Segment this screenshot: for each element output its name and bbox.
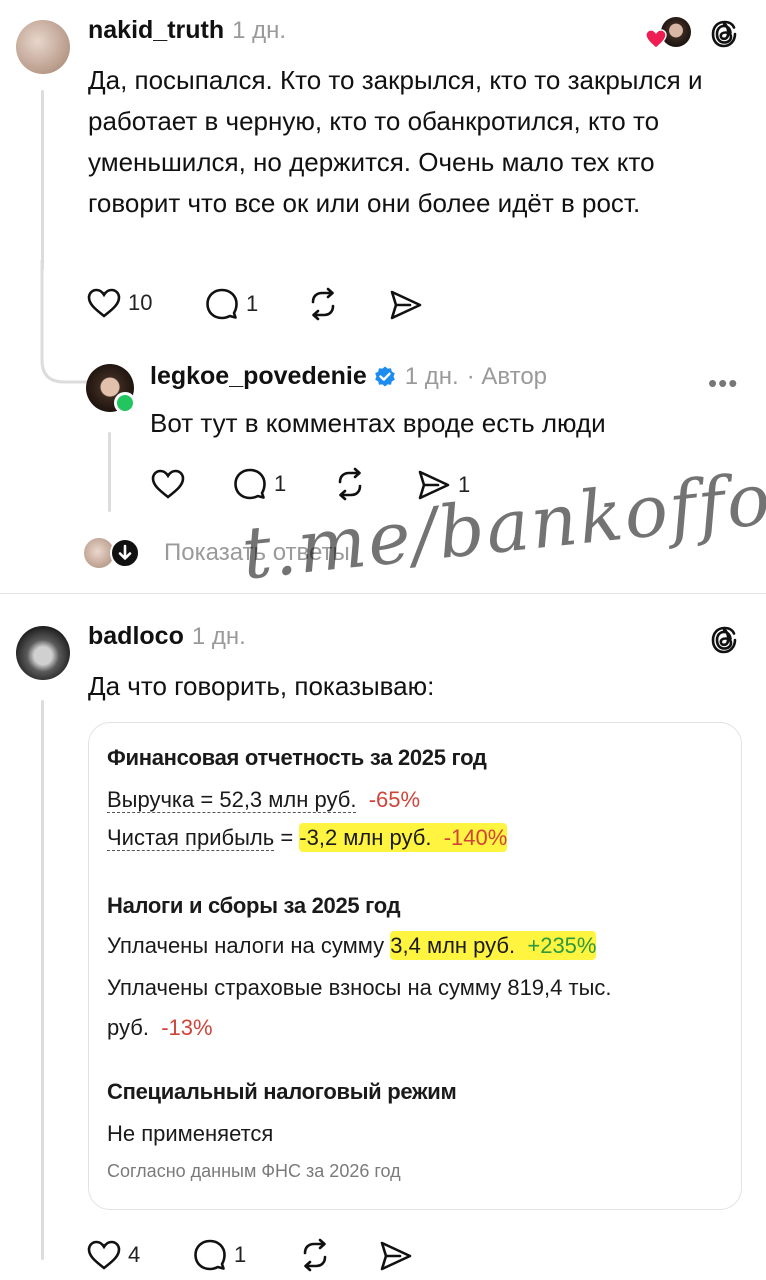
repost-icon[interactable] [305,287,341,321]
like-button[interactable]: 10 [86,287,152,319]
repost-icon[interactable] [297,1238,333,1272]
reply-button[interactable]: 1 [204,287,258,321]
reply-count: 1 [246,291,259,316]
section-title: Налоги и сборы за 2025 год [107,893,401,918]
insurance-change: -13% [161,1015,213,1040]
section-title: Финансовая отчетность за 2025 год [107,745,487,770]
comment-icon [234,468,266,500]
online-status-badge [114,392,136,414]
arrow-down-icon [110,538,140,568]
insurance-row-cont: руб. -13% [107,1015,213,1041]
author-label: · Автор [466,362,548,390]
threads-icon[interactable] [708,18,740,50]
reply-button[interactable]: 1 [192,1238,246,1272]
revenue-label: Выручка = 52,3 млн руб. [107,787,357,813]
profit-label: Чистая прибыль [107,825,275,851]
share-icon[interactable] [378,1240,414,1272]
comment-header: badloco 1 дн. [88,622,246,651]
thread-line [41,90,44,270]
heart-filled-icon [645,29,667,49]
comment-text: Да что говорить, показываю: [88,671,435,701]
timestamp: 1 дн. [232,17,287,44]
username[interactable]: badloco [88,622,184,650]
like-count: 4 [128,1242,141,1267]
thread-line [41,700,44,1260]
thread-connector [40,260,88,384]
profit-row: Чистая прибыль = -3,2 млн руб. -140% [107,823,508,852]
avatar[interactable] [16,626,70,680]
taxes-label: Уплачены налоги на сумму [107,933,391,958]
repost-icon[interactable] [332,467,368,501]
watermark: t.me/bankoffo [238,456,766,596]
comment-icon [206,288,238,320]
share-icon[interactable] [388,289,424,321]
liked-by-author-indicator [645,17,693,51]
reply-text: Вот тут в комментах вроде есть люди [150,408,606,438]
insurance-row: Уплачены страховые взносы на сумму 819,4… [107,975,612,1000]
username[interactable]: legkoe_povedenie [150,362,367,391]
taxes-change: +235% [527,933,597,958]
reply-count: 1 [234,1242,247,1267]
comment-icon [194,1239,226,1271]
revenue-change: -65% [368,787,421,812]
like-button[interactable]: 4 [86,1239,140,1271]
comment-text: Да, посыпался. Кто то закрылся, кто то з… [88,65,703,218]
divider [0,593,766,594]
verified-badge-icon [374,366,395,386]
thread-line [108,432,111,512]
username[interactable]: nakid_truth [88,16,224,44]
more-options-icon[interactable]: ••• [708,368,738,399]
attached-image-card[interactable]: Финансовая отчетность за 2025 год Выручк… [88,722,742,1210]
heart-icon [87,288,121,318]
timestamp: 1 дн. [404,362,459,390]
regime-value: Не применяется [107,1121,274,1146]
profit-equals: = [274,825,300,850]
reply-count: 1 [274,471,287,496]
timestamp: 1 дн. [191,623,246,650]
heart-icon[interactable] [150,468,186,500]
comment-header: nakid_truth 1 дн. [88,16,286,45]
threads-icon[interactable] [708,624,740,656]
taxes-row: Уплачены налоги на сумму 3,4 млн руб. +2… [107,931,597,960]
like-count: 10 [128,290,153,315]
section-title: Специальный налоговый режим [107,1079,457,1104]
profit-change: -140% [443,825,508,850]
taxes-value: 3,4 млн руб. [390,933,516,958]
profit-value: -3,2 млн руб. [299,825,432,850]
insurance-unit: руб. [107,1015,149,1040]
source-note: Согласно данным ФНС за 2026 год [107,1161,401,1181]
avatar[interactable] [16,20,70,74]
reply-header: legkoe_povedenie 1 дн. · Автор [150,362,547,391]
heart-icon [87,1240,121,1270]
revenue-row: Выручка = 52,3 млн руб. -65% [107,787,420,813]
reply-button[interactable]: 1 [232,467,286,501]
